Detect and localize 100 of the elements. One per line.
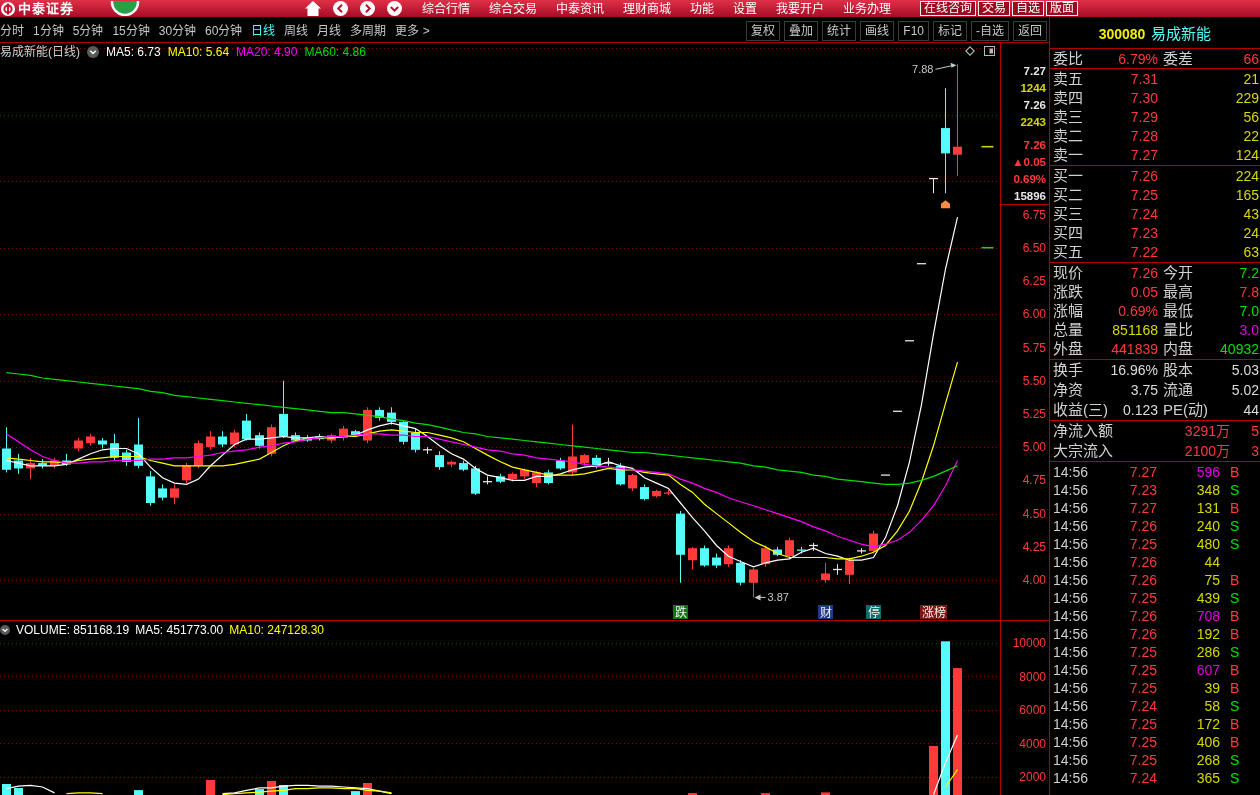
order-price: 7.27	[1130, 146, 1158, 165]
tick-volume: 44	[1204, 553, 1220, 571]
tick-time: 14:56	[1052, 733, 1089, 751]
axis-label: 4.25	[1022, 539, 1046, 554]
tick-volume: 286	[1196, 643, 1220, 661]
order-label: 买五	[1053, 243, 1083, 262]
quote-value: 7.26	[1023, 98, 1046, 113]
field-value: 7.26	[1130, 263, 1158, 282]
indicator-value: VOLUME: 851168.19	[16, 623, 130, 638]
tick-side: S	[1230, 481, 1240, 499]
quote-value: 1244	[1020, 81, 1046, 96]
event-tag: 停	[866, 605, 881, 620]
tick-time: 14:56	[1052, 553, 1089, 571]
order-price: 7.26	[1130, 166, 1158, 185]
order-label: 卖二	[1053, 127, 1083, 146]
field-value: 3	[1251, 442, 1259, 460]
order-price: 7.22	[1130, 243, 1158, 262]
tick-volume: 268	[1196, 751, 1220, 769]
field-label: 现价	[1053, 263, 1083, 282]
tick-side: B	[1230, 499, 1240, 517]
tick-time: 14:56	[1052, 571, 1089, 589]
order-price: 7.28	[1130, 127, 1158, 146]
field-value: 7.2	[1239, 263, 1259, 282]
tick-volume: 406	[1196, 733, 1220, 751]
brand-name: 中泰证券	[18, 0, 74, 17]
field-label: 大宗流入	[1053, 442, 1113, 460]
tick-side: S	[1230, 751, 1240, 769]
tick-side: B	[1230, 679, 1240, 697]
tick-time: 14:56	[1052, 517, 1089, 535]
tick-price: 7.26	[1129, 571, 1157, 589]
axis-label: 4000	[1019, 736, 1046, 751]
field-label: 总量	[1053, 321, 1083, 340]
tick-price: 7.25	[1129, 751, 1157, 769]
field-value: 3.0	[1239, 321, 1259, 340]
order-label: 买二	[1053, 185, 1083, 204]
stock-name: 易成新能	[1151, 25, 1212, 43]
order-price: 7.25	[1130, 185, 1158, 204]
event-tag: 财	[818, 605, 833, 620]
field-label: 换手	[1053, 361, 1083, 379]
order-volume: 43	[1243, 204, 1259, 223]
axis-label: 6000	[1019, 703, 1046, 717]
axis-label: 4.50	[1022, 506, 1046, 521]
order-volume: 124	[1235, 146, 1259, 165]
tick-volume: 480	[1196, 535, 1220, 553]
quote-value: 7.27	[1023, 64, 1046, 79]
quote-value: 2243	[1020, 115, 1046, 130]
field-value: 7.0	[1239, 301, 1259, 320]
axis-label: 4.75	[1022, 473, 1046, 488]
order-volume: 56	[1243, 107, 1259, 126]
field-label: 量比	[1163, 321, 1193, 340]
tick-price: 7.23	[1129, 481, 1157, 499]
indicator-value: MA10: 5.64	[167, 45, 230, 60]
tick-side: B	[1230, 733, 1240, 751]
field-label: 净资	[1053, 381, 1083, 399]
order-price: 7.31	[1130, 69, 1158, 88]
field-value: 6.79%	[1118, 49, 1158, 68]
low-price-label: 3.87	[767, 591, 789, 604]
order-volume: 24	[1243, 224, 1259, 243]
field-label: 内盘	[1163, 340, 1193, 359]
order-volume: 21	[1243, 69, 1259, 88]
tick-time: 14:56	[1052, 535, 1089, 553]
axis-label: 4.00	[1022, 573, 1046, 588]
tick-price: 7.26	[1129, 553, 1157, 571]
field-label: 委差	[1163, 49, 1193, 68]
field-label: 最低	[1163, 301, 1193, 320]
field-value: 16.96%	[1110, 361, 1158, 379]
axis-label: 6.25	[1022, 274, 1046, 288]
tick-price: 7.25	[1129, 643, 1157, 661]
field-value: 2100万	[1184, 442, 1230, 460]
quote-value: 7.26	[1023, 138, 1046, 153]
axis-label: 6.75	[1022, 207, 1046, 222]
field-value: 5.02	[1231, 381, 1259, 399]
indicator-value: MA5: 451773.00	[135, 623, 224, 638]
tick-time: 14:56	[1052, 679, 1089, 697]
tick-time: 14:56	[1052, 769, 1089, 787]
field-label: 涨跌	[1053, 282, 1083, 301]
field-value: 851168	[1112, 321, 1158, 340]
quote-value: ▲0.05	[1012, 155, 1046, 170]
field-label: 涨幅	[1053, 301, 1083, 320]
field-value: 441839	[1111, 340, 1158, 359]
field-label: 外盘	[1053, 340, 1083, 359]
tick-volume: 365	[1196, 769, 1220, 787]
order-price: 7.24	[1130, 204, 1158, 223]
tick-volume: 607	[1196, 661, 1220, 679]
field-value: 0.05	[1130, 282, 1158, 301]
high-price-label: 7.88	[912, 63, 934, 76]
order-price: 7.29	[1130, 107, 1158, 126]
axis-label: 5.25	[1022, 406, 1046, 421]
axis-label: 6.00	[1022, 307, 1046, 322]
field-label: 收益(三)	[1053, 401, 1108, 419]
axis-label: 10000	[1012, 636, 1046, 650]
field-label: 净流入额	[1053, 422, 1113, 440]
tick-time: 14:56	[1052, 751, 1089, 769]
tick-price: 7.26	[1129, 607, 1157, 625]
tick-price: 7.25	[1129, 679, 1157, 697]
tick-side: B	[1230, 661, 1240, 679]
tick-time: 14:56	[1052, 697, 1089, 715]
tick-price: 7.24	[1129, 769, 1157, 787]
indicator-value: MA5: 6.73	[106, 45, 161, 60]
tick-time: 14:56	[1052, 625, 1089, 643]
